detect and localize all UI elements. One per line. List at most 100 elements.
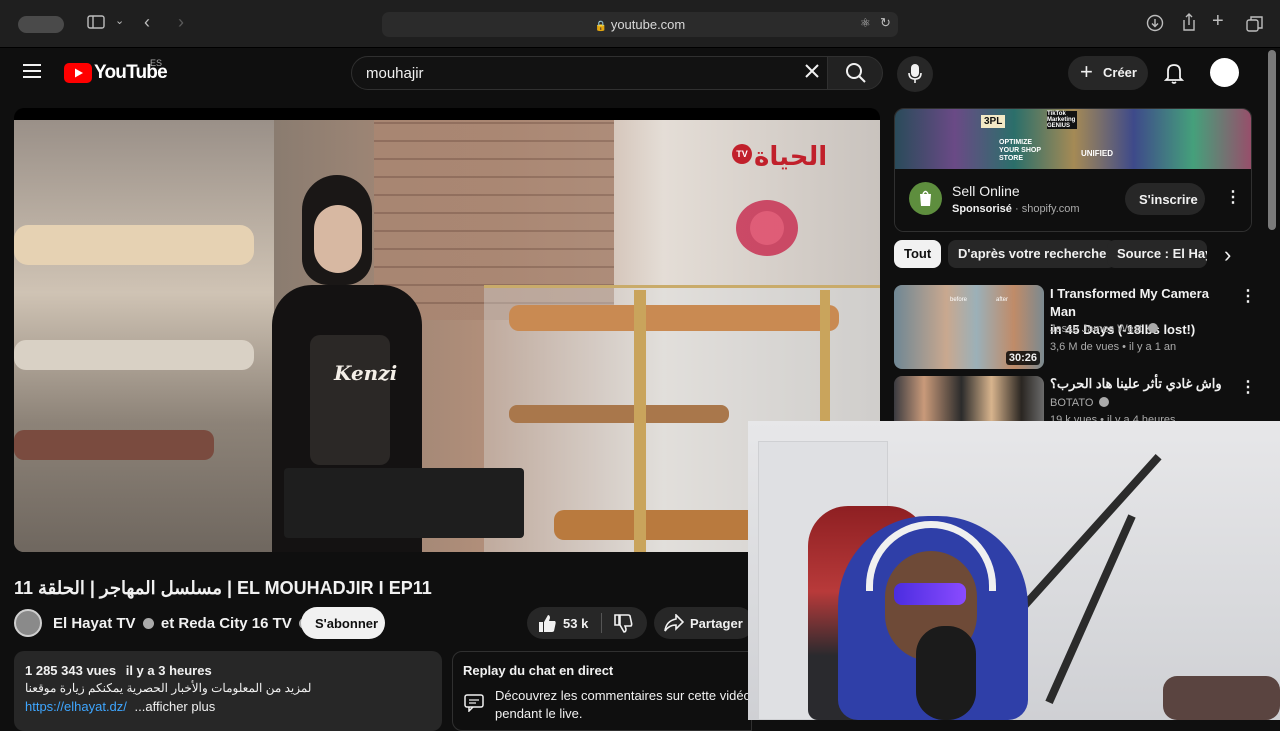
webcam-overlay	[748, 421, 1280, 720]
search-button[interactable]	[827, 56, 883, 90]
page-scrollbar[interactable]	[1268, 50, 1276, 230]
sidebar-icon[interactable]	[87, 15, 105, 33]
chip-related-search[interactable]: D'après votre recherche	[948, 240, 1117, 268]
video-title: 11 مسلسل المهاجر | الحلقة | EL MOUHADJIR…	[14, 578, 432, 598]
recommendation-meta: 19 k vues • il y a 4 heures	[1050, 414, 1176, 421]
pastry-row	[14, 340, 254, 370]
notifications-bell-icon[interactable]	[1163, 62, 1185, 89]
menu-icon[interactable]	[23, 64, 41, 83]
chip-source[interactable]: Source : El Hayat	[1107, 240, 1207, 268]
region-code: ES	[150, 58, 163, 68]
recommendation-channel[interactable]: Jesse James West	[1050, 323, 1159, 335]
pastry-tray	[509, 305, 839, 331]
channel-name[interactable]: El Hayat TV	[53, 615, 136, 632]
banner-text: OPTIMIZE YOUR SHOP STORE	[999, 139, 1041, 162]
browser-toolbar: ⌄ ‹ › 🔒 youtube.com ⚛ ↻ +	[0, 0, 1280, 48]
tabs-overview-icon[interactable]	[1246, 15, 1264, 37]
watermark-badge: TV	[732, 144, 752, 164]
cash-register	[284, 468, 524, 538]
recommendation-channel[interactable]: BOTATO	[1050, 397, 1110, 409]
pastry-tray	[509, 405, 729, 423]
more-options-icon[interactable]: ⋮	[1240, 286, 1256, 306]
recommendation-thumbnail[interactable]	[894, 376, 1044, 421]
pastry-row	[14, 430, 214, 460]
description-stats: 1 285 343 vues il y a 3 heures	[25, 663, 212, 678]
channel-owners[interactable]: El Hayat TV et Reda City 16 TV	[53, 615, 310, 632]
show-more-link[interactable]: ...afficher plus	[135, 699, 216, 714]
collaborator-name[interactable]: et Reda City 16 TV	[161, 615, 292, 632]
window-control-icon[interactable]	[18, 16, 64, 33]
youtube-play-icon	[64, 63, 92, 83]
chat-replay-box: Replay du chat en direct Découvrez les c…	[452, 651, 752, 731]
sponsored-label: Sponsorisé	[952, 203, 1012, 215]
chevron-down-icon[interactable]: ⌄	[115, 14, 124, 27]
create-label: Créer	[1103, 65, 1137, 80]
ad-title: Sell Online	[952, 183, 1020, 199]
dislike-button[interactable]	[603, 607, 647, 639]
chat-replay-title: Replay du chat en direct	[463, 663, 614, 678]
chat-icon	[464, 694, 484, 717]
banner-text: UNIFIED	[1081, 149, 1113, 158]
subscribe-label: S'abonner	[315, 616, 379, 631]
channel-avatar[interactable]	[14, 609, 42, 637]
address-bar[interactable]: 🔒 youtube.com ⚛ ↻	[382, 12, 898, 37]
ad-meta: Sponsorisé · shopify.com	[952, 203, 1080, 215]
plus-icon: +	[1080, 59, 1093, 84]
search-query: mouhajir	[366, 65, 424, 82]
more-options-icon[interactable]: ⋮	[1240, 377, 1256, 397]
avatar[interactable]	[1210, 58, 1239, 87]
share-button[interactable]: Partager	[654, 607, 754, 639]
verified-icon	[142, 618, 154, 629]
chat-replay-text-1: Découvrez les commentaires sur cette vid…	[495, 688, 751, 703]
ad-cta-button[interactable]: S'inscrire	[1125, 183, 1205, 215]
sunglasses	[894, 583, 966, 605]
ad-cta-label: S'inscrire	[1139, 192, 1198, 207]
forward-icon[interactable]: ›	[178, 12, 184, 33]
new-tab-icon[interactable]: +	[1212, 10, 1224, 33]
pastry-shelf-left	[14, 120, 274, 552]
website-link[interactable]: https://elhayat.dz/	[25, 699, 127, 714]
banner-text: TikTok Marketing GENIUS	[1047, 111, 1077, 129]
sponsored-ad[interactable]: 3PL TikTok Marketing GENIUS OPTIMIZE YOU…	[894, 108, 1252, 232]
like-count: 53 k	[563, 616, 589, 631]
view-count: 1 285 343 vues	[25, 663, 117, 678]
share-icon[interactable]	[1181, 13, 1197, 36]
url-text: 🔒 youtube.com	[594, 17, 686, 32]
clear-search-icon[interactable]	[804, 63, 820, 84]
create-button[interactable]: + Créer	[1068, 56, 1148, 90]
thumbs-up-icon	[539, 615, 556, 632]
thumb-label-after: after	[996, 297, 1009, 303]
shopify-logo-icon	[909, 182, 942, 215]
chevron-right-icon[interactable]: ›	[1224, 244, 1231, 266]
description-box[interactable]: 1 285 343 vues il y a 3 heures لمزيد من …	[14, 651, 442, 731]
translate-icon[interactable]: ⚛	[860, 16, 871, 30]
verified-icon	[1148, 323, 1159, 333]
pastry-row	[14, 225, 254, 265]
recommendation-thumbnail[interactable]: before after 30:26	[894, 285, 1044, 369]
download-icon[interactable]	[1146, 14, 1164, 36]
podcast-microphone	[916, 626, 976, 720]
ad-domain: shopify.com	[1021, 203, 1080, 215]
like-dislike-group: 53 k	[527, 607, 647, 639]
ad-body: Sell Online Sponsorisé · shopify.com S'i…	[895, 169, 1251, 231]
voice-search-button[interactable]	[897, 56, 933, 92]
recommendation-title[interactable]: واش غادي تأثر علينا هاد الحرب؟	[1050, 375, 1230, 393]
thumb-label-before: before	[950, 297, 968, 303]
back-icon[interactable]: ‹	[144, 12, 150, 33]
verified-icon	[1099, 397, 1110, 407]
chip-all[interactable]: Tout	[894, 240, 942, 268]
subscribe-button[interactable]: S'abonner	[301, 607, 385, 639]
gold-pillar	[634, 290, 646, 552]
description-link-row: https://elhayat.dz/ ...afficher plus	[25, 699, 215, 714]
divider	[601, 613, 602, 633]
like-button[interactable]: 53 k	[527, 607, 599, 639]
apron-logo: Kenzi	[334, 361, 398, 385]
raspberry-logo-icon	[736, 200, 798, 256]
share-arrow-icon	[664, 614, 684, 632]
mic-arm	[1045, 514, 1136, 704]
search-input[interactable]: mouhajir	[351, 56, 828, 90]
reload-icon[interactable]: ↻	[880, 15, 891, 31]
youtube-logo[interactable]: YouTube ES	[64, 58, 168, 84]
video-duration: 30:26	[1005, 351, 1040, 365]
more-options-icon[interactable]: ⋮	[1225, 187, 1241, 207]
